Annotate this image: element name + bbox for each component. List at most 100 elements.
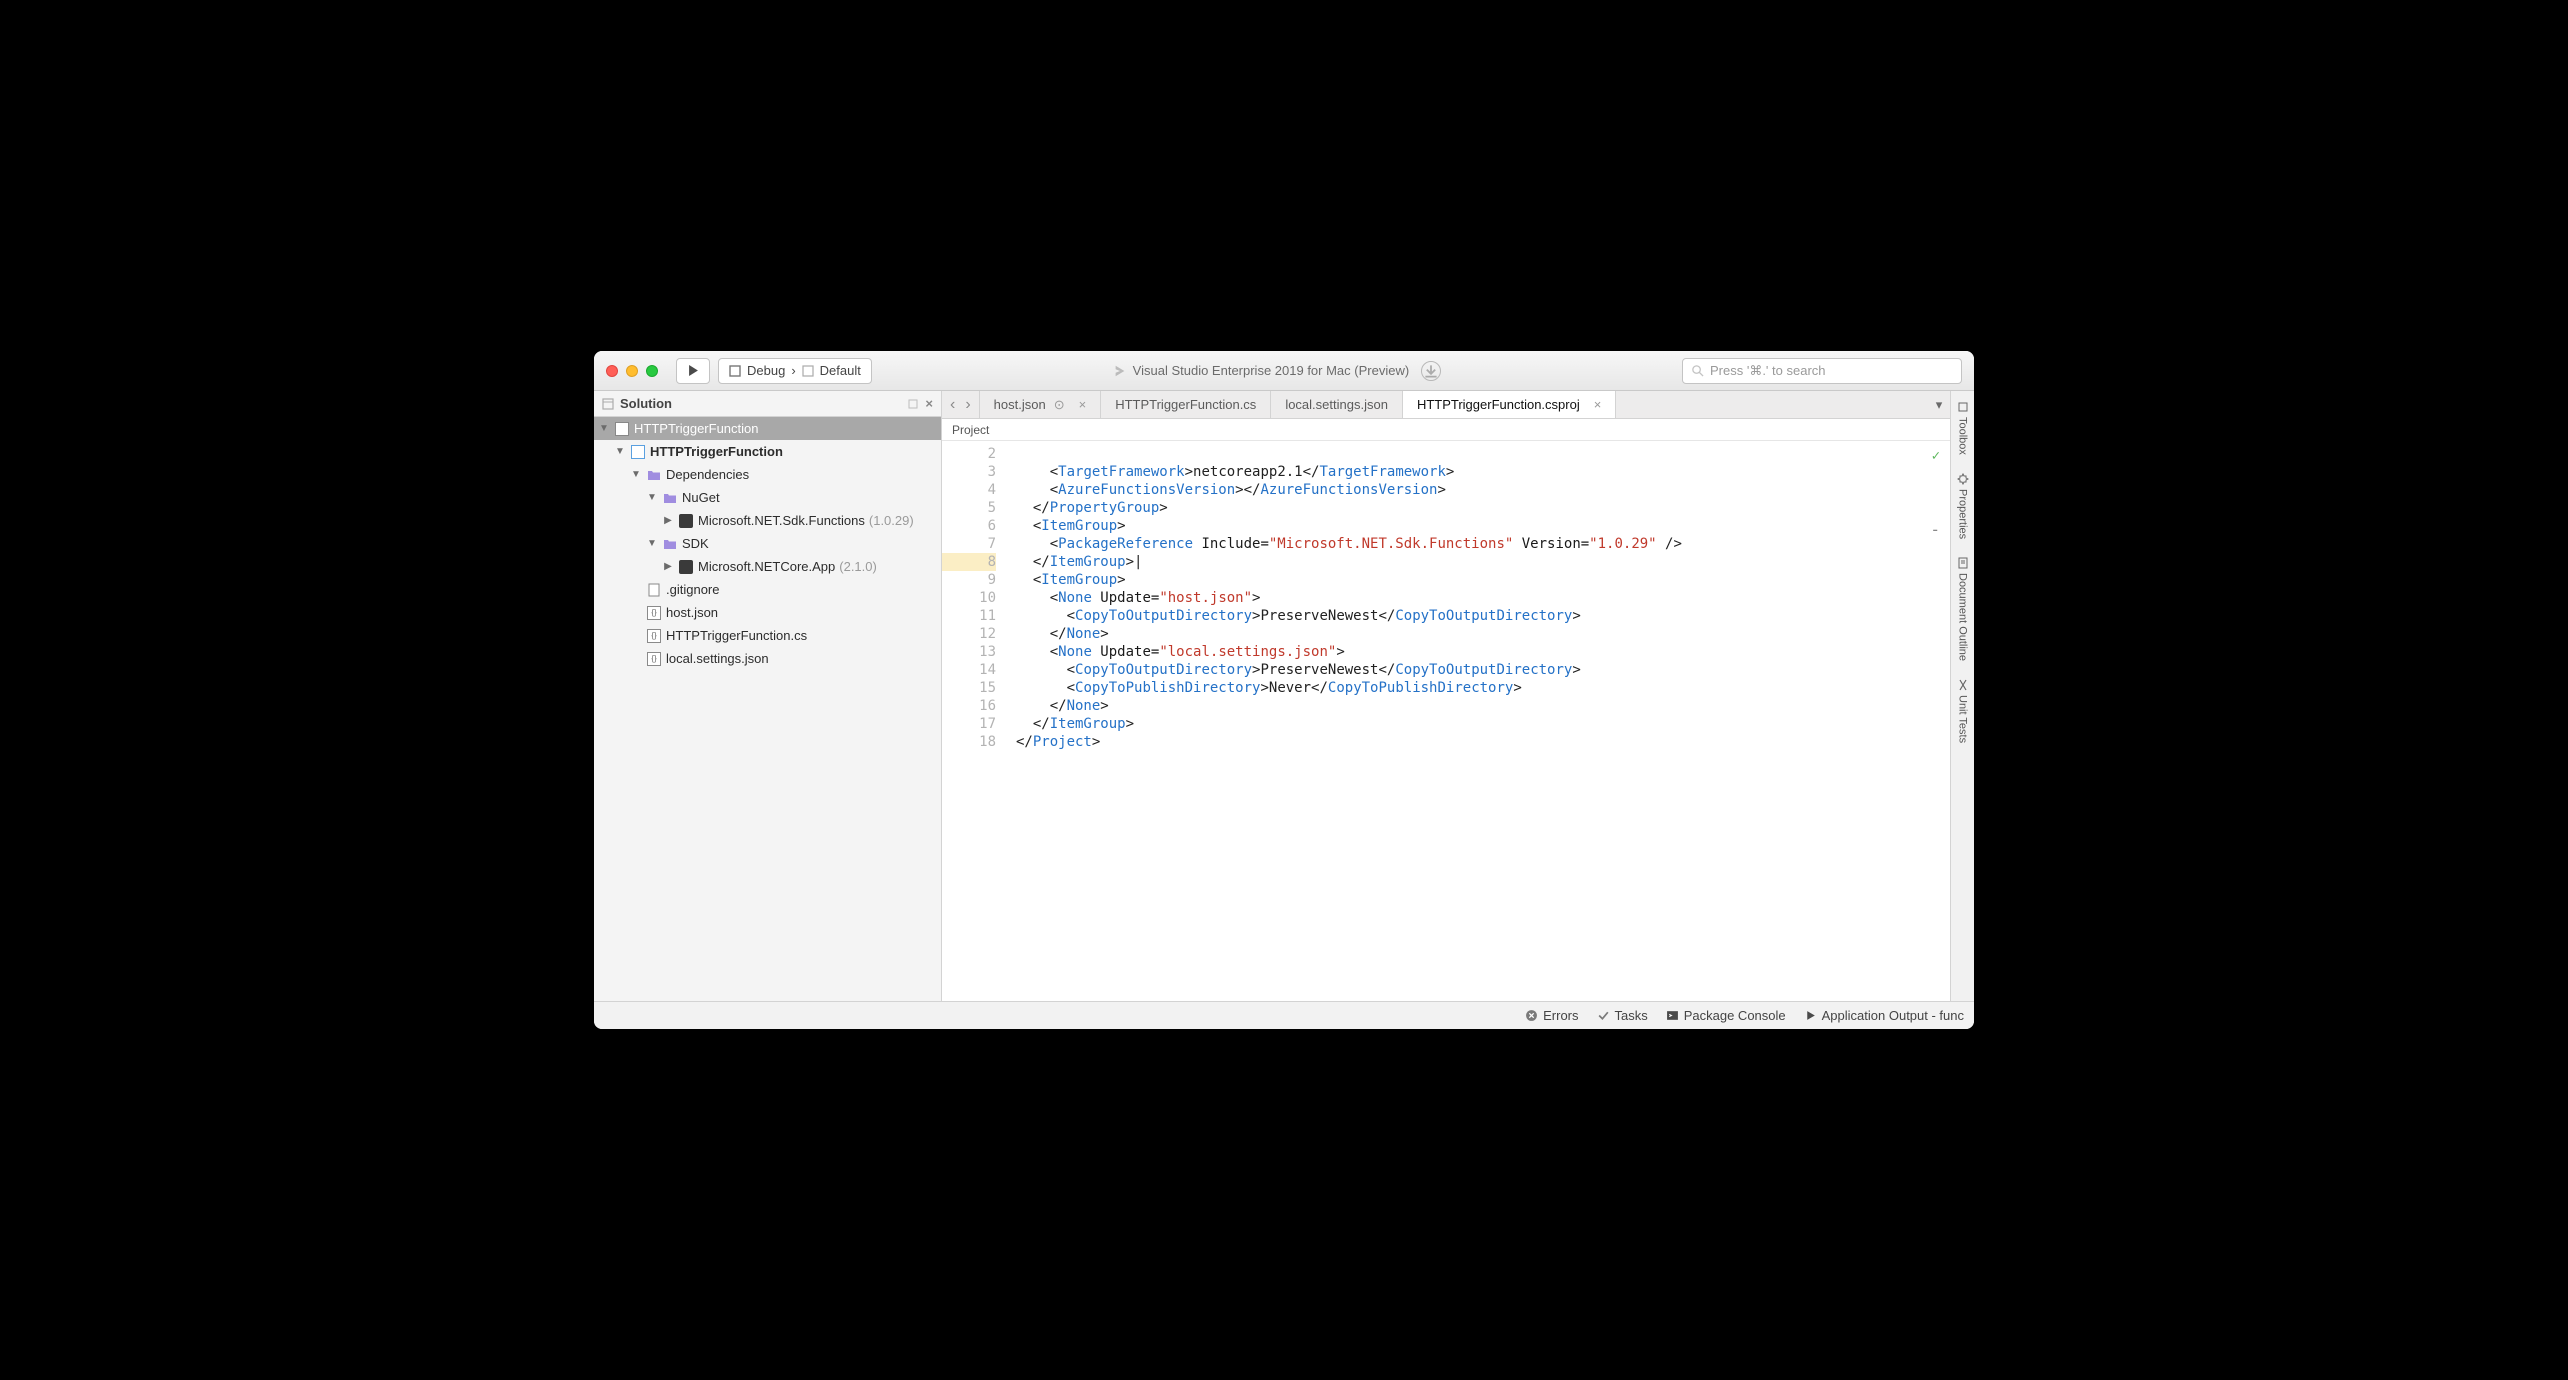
tree-label: Dependencies bbox=[666, 467, 749, 482]
window-controls bbox=[606, 365, 658, 377]
disclosure-icon[interactable]: ▶ bbox=[662, 561, 674, 572]
play-small-icon bbox=[1804, 1009, 1817, 1022]
tab-overflow-button[interactable]: ▾ bbox=[1928, 391, 1950, 418]
tree-row[interactable]: ▶Microsoft.NET.Sdk.Functions (1.0.29) bbox=[594, 509, 941, 532]
tasks-pad-button[interactable]: Tasks bbox=[1597, 1008, 1648, 1023]
tab-nav: ‹ › bbox=[942, 391, 980, 418]
folder-icon bbox=[662, 536, 678, 552]
rail-icon bbox=[1957, 473, 1969, 485]
play-icon bbox=[688, 365, 699, 376]
code-file-icon: {} bbox=[646, 651, 662, 667]
app-window: Debug › Default Visual Studio Enterprise… bbox=[594, 351, 1974, 1029]
tab-label: host.json bbox=[994, 397, 1046, 412]
editor-tab[interactable]: HTTPTriggerFunction.cs bbox=[1101, 391, 1271, 418]
tree-row[interactable]: ▼ HTTPTriggerFunction bbox=[594, 417, 941, 440]
rail-icon bbox=[1957, 557, 1969, 569]
run-button[interactable] bbox=[676, 358, 710, 384]
rail-toolbox[interactable]: Toolbox bbox=[1957, 397, 1969, 459]
nav-forward-icon[interactable]: › bbox=[965, 397, 970, 413]
tree-label: HTTPTriggerFunction bbox=[634, 421, 759, 436]
line-gutter: 23456789101112131415161718 bbox=[942, 441, 1006, 1001]
code-content[interactable]: <TargetFramework>netcoreapp2.1</TargetFr… bbox=[1006, 441, 1950, 1001]
rail-unit-tests[interactable]: Unit Tests bbox=[1957, 675, 1969, 747]
file-icon bbox=[646, 582, 662, 598]
tree-label: SDK bbox=[682, 536, 709, 551]
rail-properties[interactable]: Properties bbox=[1957, 469, 1969, 543]
download-icon bbox=[1424, 364, 1438, 378]
errors-pad-button[interactable]: Errors bbox=[1525, 1008, 1578, 1023]
tree-label: local.settings.json bbox=[666, 651, 769, 666]
tree-row[interactable]: ▼ HTTPTriggerFunction bbox=[594, 440, 941, 463]
minimize-window-icon[interactable] bbox=[626, 365, 638, 377]
tree-row[interactable]: ▼ Dependencies bbox=[594, 463, 941, 486]
version-label: (1.0.29) bbox=[869, 513, 914, 528]
app-title: Visual Studio Enterprise 2019 for Mac (P… bbox=[880, 361, 1674, 381]
editor-tab[interactable]: local.settings.json bbox=[1271, 391, 1403, 418]
package-console-button[interactable]: Package Console bbox=[1666, 1008, 1786, 1023]
error-icon bbox=[1525, 1009, 1538, 1022]
package-icon bbox=[678, 559, 694, 575]
tree-row[interactable]: ▶ Microsoft.NETCore.App (2.1.0) bbox=[594, 555, 941, 578]
right-tool-rail: Toolbox Properties Document Outline Unit Te… bbox=[1950, 391, 1974, 1001]
code-file-icon: {} bbox=[646, 605, 662, 621]
code-file-icon: {} bbox=[646, 628, 662, 644]
update-available-button[interactable] bbox=[1421, 361, 1441, 381]
editor-breadcrumb[interactable]: Project bbox=[942, 419, 1950, 441]
solution-pad-title: Solution bbox=[620, 396, 672, 411]
pin-icon[interactable]: ⊙ bbox=[1054, 397, 1065, 413]
disclosure-icon[interactable]: ▼ bbox=[630, 469, 642, 480]
disclosure-icon[interactable]: ▼ bbox=[614, 446, 626, 457]
package-icon bbox=[678, 513, 694, 529]
solution-pad-header: Solution × bbox=[594, 391, 941, 417]
editor-tab[interactable]: HTTPTriggerFunction.csproj × bbox=[1403, 391, 1616, 418]
run-config-label: Debug bbox=[747, 363, 785, 378]
disclosure-icon[interactable]: ▼ bbox=[598, 423, 610, 434]
tab-label: HTTPTriggerFunction.csproj bbox=[1417, 397, 1580, 412]
rail-icon bbox=[1957, 401, 1969, 413]
disclosure-icon[interactable]: ▶ bbox=[662, 515, 674, 526]
editor-tab[interactable]: host.json ⊙ × bbox=[980, 391, 1102, 418]
rail-document-outline[interactable]: Document Outline bbox=[1957, 553, 1969, 665]
solution-icon bbox=[602, 398, 614, 410]
solution-tree[interactable]: ▼ HTTPTriggerFunction ▼ HTTPTriggerFunction… bbox=[594, 417, 941, 1001]
autohide-icon[interactable] bbox=[907, 398, 919, 410]
application-output-button[interactable]: Application Output - func bbox=[1804, 1008, 1964, 1023]
maximize-window-icon[interactable] bbox=[646, 365, 658, 377]
tree-label: HTTPTriggerFunction.cs bbox=[666, 628, 807, 643]
folder-icon bbox=[662, 490, 678, 506]
tree-row[interactable]: .gitignore bbox=[594, 578, 941, 601]
disclosure-icon[interactable]: ▼ bbox=[646, 492, 658, 503]
tree-label: Microsoft.NETCore.App bbox=[698, 559, 835, 574]
solution-pad: Solution × ▼ HTTPTriggerFunction ▼ HTTPTrig… bbox=[594, 391, 942, 1001]
tree-row[interactable]: ▼ NuGet bbox=[594, 486, 941, 509]
close-pad-icon[interactable]: × bbox=[925, 396, 933, 411]
disclosure-icon[interactable]: ▼ bbox=[646, 538, 658, 549]
tree-label: HTTPTriggerFunction bbox=[650, 444, 783, 459]
close-tab-icon[interactable]: × bbox=[1594, 397, 1602, 412]
search-input[interactable]: Press '⌘.' to search bbox=[1682, 358, 1962, 384]
tree-label: .gitignore bbox=[666, 582, 719, 597]
run-target-label: Default bbox=[820, 363, 861, 378]
close-tab-icon[interactable]: × bbox=[1079, 397, 1087, 412]
close-window-icon[interactable] bbox=[606, 365, 618, 377]
nav-back-icon[interactable]: ‹ bbox=[950, 397, 955, 413]
editor-area: ‹ › host.json ⊙ × HTTPTriggerFunction.cs loc… bbox=[942, 391, 1950, 1001]
folder-icon bbox=[646, 467, 662, 483]
tree-row[interactable]: {} local.settings.json bbox=[594, 647, 941, 670]
tree-label: NuGet bbox=[682, 490, 720, 505]
tree-row[interactable]: ▼ SDK bbox=[594, 532, 941, 555]
tree-row[interactable]: {} HTTPTriggerFunction.cs bbox=[594, 624, 941, 647]
version-label: (2.1.0) bbox=[839, 559, 877, 574]
titlebar: Debug › Default Visual Studio Enterprise… bbox=[594, 351, 1974, 391]
marker-icon: - bbox=[1930, 521, 1940, 539]
terminal-icon bbox=[1666, 1009, 1679, 1022]
search-placeholder: Press '⌘.' to search bbox=[1710, 363, 1826, 379]
vs-icon bbox=[1113, 364, 1127, 378]
tree-row[interactable]: {}host.json bbox=[594, 601, 941, 624]
code-editor[interactable]: 23456789101112131415161718 <TargetFramew… bbox=[942, 441, 1950, 1001]
tab-label: HTTPTriggerFunction.cs bbox=[1115, 397, 1256, 412]
target-icon bbox=[802, 365, 814, 377]
editor-tabs: ‹ › host.json ⊙ × HTTPTriggerFunction.cs loc… bbox=[942, 391, 1950, 419]
run-configuration-selector[interactable]: Debug › Default bbox=[718, 358, 872, 384]
statusbar: Errors Tasks Package Console Application… bbox=[594, 1001, 1974, 1029]
